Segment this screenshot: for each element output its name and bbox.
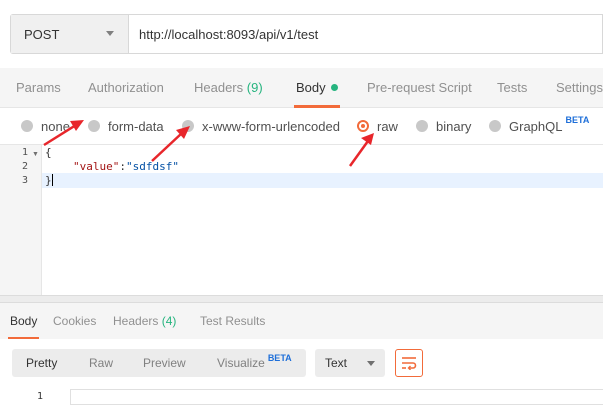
tab-pre-request-label: Pre-request Script: [367, 80, 472, 95]
tab-params-label: Params: [16, 80, 61, 95]
request-bar: POST http://localhost:8093/api/v1/test: [0, 0, 603, 68]
view-preview-label: Preview: [143, 356, 186, 370]
text-cursor: [51, 174, 53, 186]
response-tab-cookies-label: Cookies: [53, 314, 97, 328]
view-pretty-button[interactable]: Pretty: [26, 349, 57, 377]
line-number: 1: [21, 147, 28, 158]
response-line: [70, 389, 603, 405]
tab-params[interactable]: Params: [16, 68, 61, 108]
response-tab-body-label: Body: [10, 314, 38, 328]
response-headers-count: (4): [161, 314, 177, 328]
view-preview-button[interactable]: Preview: [143, 349, 186, 377]
tab-settings[interactable]: Settings: [556, 68, 603, 108]
url-row: POST http://localhost:8093/api/v1/test: [10, 14, 603, 54]
radio-graphql-indicator: [489, 120, 501, 132]
tab-body-label: Body: [296, 80, 326, 95]
radio-urlencoded-label: x-www-form-urlencoded: [202, 118, 340, 134]
request-tabs: Params Authorization Headers (9) Body Pr…: [0, 68, 603, 108]
open-brace: {: [45, 146, 52, 159]
close-brace: }: [45, 174, 52, 187]
radio-graphql-label: GraphQL: [509, 118, 563, 134]
response-tab-body[interactable]: Body: [7, 303, 40, 339]
format-select-value: Text: [325, 356, 348, 370]
radio-none-label: none: [41, 118, 70, 134]
radio-raw-indicator: [357, 120, 369, 132]
response-toolbar: Pretty Raw Preview Visualize BETA Text: [0, 339, 603, 385]
code-line-1: {: [45, 146, 52, 159]
url-text: http://localhost:8093/api/v1/test: [139, 26, 319, 42]
body-type-options: none form-data x-www-form-urlencoded raw…: [0, 108, 603, 144]
radio-raw[interactable]: raw: [357, 118, 398, 134]
response-body: 1: [0, 385, 603, 413]
tab-headers[interactable]: Headers (9): [194, 68, 263, 108]
radio-urlencoded-indicator: [182, 120, 194, 132]
radio-graphql[interactable]: GraphQL BETA: [489, 115, 589, 134]
tab-headers-count: (9): [246, 80, 263, 95]
response-line-number: 1: [37, 391, 44, 402]
view-pretty-label: Pretty: [26, 356, 58, 370]
chevron-down-icon: [106, 31, 114, 36]
editor-gutter: 1 ▼ 2 3: [0, 145, 42, 296]
method-label: POST: [24, 26, 60, 42]
radio-none-indicator: [21, 120, 33, 132]
response-tabs: Body Cookies Headers (4) Test Results: [0, 303, 603, 339]
radio-binary-indicator: [416, 120, 428, 132]
code-line-2: "value":"sdfdsf": [73, 160, 179, 173]
response-tab-test-results[interactable]: Test Results: [200, 303, 265, 339]
graphql-beta-badge: BETA: [565, 115, 590, 125]
tab-authorization-label: Authorization: [88, 80, 164, 95]
radio-form-data[interactable]: form-data: [88, 118, 164, 134]
format-select[interactable]: Text: [315, 349, 385, 377]
radio-raw-label: raw: [377, 118, 398, 134]
method-select[interactable]: POST: [11, 15, 129, 53]
view-raw-label: Raw: [89, 356, 114, 370]
view-visualize-label: Visualize: [217, 356, 265, 370]
code-line-3: }: [45, 174, 53, 187]
response-tab-test-results-label: Test Results: [200, 314, 266, 328]
wrap-lines-button[interactable]: [395, 349, 423, 377]
tab-headers-label: Headers: [194, 80, 244, 95]
json-colon: :: [119, 160, 126, 173]
radio-form-data-indicator: [88, 120, 100, 132]
body-modified-dot: [330, 84, 338, 91]
tab-settings-label: Settings: [556, 80, 603, 95]
fold-arrow-icon[interactable]: ▼: [32, 151, 39, 158]
view-raw-button[interactable]: Raw: [89, 349, 113, 377]
radio-none[interactable]: none: [21, 118, 70, 134]
radio-binary[interactable]: binary: [416, 118, 472, 134]
active-line-highlight: [0, 173, 603, 188]
body-editor[interactable]: 1 ▼ 2 3 { "value":"sdfdsf" }: [0, 144, 603, 296]
radio-urlencoded[interactable]: x-www-form-urlencoded: [182, 118, 340, 134]
line-number: 2: [21, 161, 28, 172]
response-tab-cookies[interactable]: Cookies: [53, 303, 96, 339]
pane-resize-handle[interactable]: [0, 295, 603, 303]
tab-pre-request-script[interactable]: Pre-request Script: [367, 68, 472, 108]
view-visualize-button[interactable]: Visualize BETA: [217, 349, 292, 377]
url-input[interactable]: http://localhost:8093/api/v1/test: [129, 15, 602, 53]
json-value: "sdfdsf": [125, 160, 179, 173]
tab-authorization[interactable]: Authorization: [88, 68, 164, 108]
json-key: "value": [73, 160, 120, 173]
tab-body[interactable]: Body: [294, 68, 340, 108]
tab-tests[interactable]: Tests: [497, 68, 527, 108]
visualize-beta-badge: BETA: [267, 353, 292, 363]
line-number: 3: [21, 175, 28, 186]
tab-tests-label: Tests: [497, 80, 528, 95]
radio-form-data-label: form-data: [108, 118, 164, 134]
radio-binary-label: binary: [436, 118, 472, 134]
view-mode-group: Pretty Raw Preview Visualize BETA: [12, 349, 306, 377]
chevron-down-icon: [367, 361, 375, 366]
response-tab-headers-label: Headers: [113, 314, 159, 328]
response-tab-headers[interactable]: Headers (4): [113, 303, 176, 339]
wrap-lines-icon: [402, 357, 417, 370]
